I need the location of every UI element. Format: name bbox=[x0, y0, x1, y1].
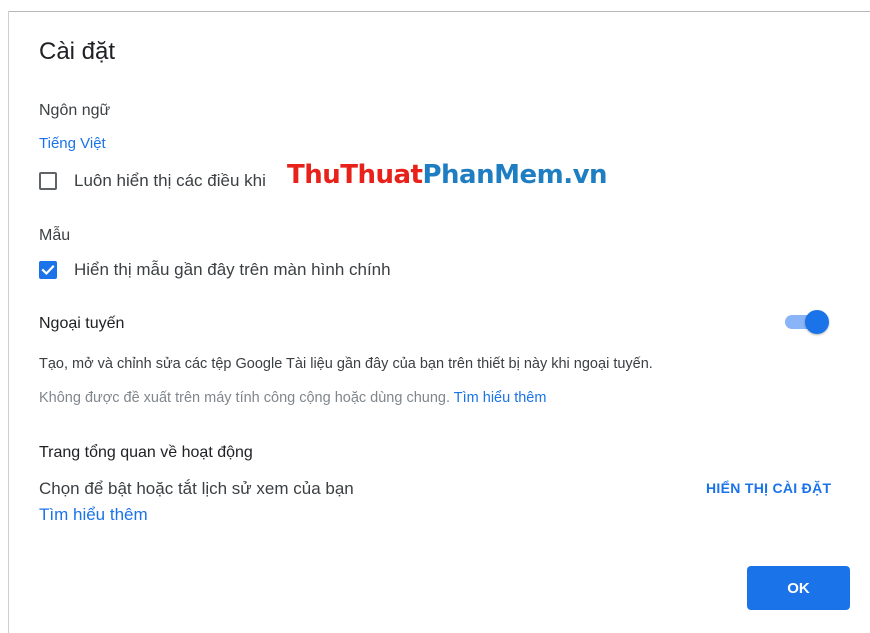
activity-heading: Trang tổng quan về hoạt động bbox=[39, 444, 253, 461]
offline-toggle[interactable] bbox=[783, 310, 831, 334]
language-selector-link[interactable]: Tiếng Việt bbox=[39, 135, 106, 152]
show-templates-label: Hiển thị mẫu gần đây trên màn hình chính bbox=[74, 260, 391, 279]
offline-warning: Không được đề xuất trên máy tính công cộ… bbox=[39, 390, 546, 406]
always-show-checkbox[interactable] bbox=[39, 172, 57, 190]
dialog-border-left bbox=[8, 11, 9, 633]
templates-heading: Mẫu bbox=[39, 227, 71, 244]
offline-heading: Ngoại tuyến bbox=[39, 315, 125, 332]
show-templates-checkbox[interactable] bbox=[39, 261, 57, 279]
show-settings-button[interactable]: HIỂN THỊ CÀI ĐẶT bbox=[706, 480, 831, 496]
settings-dialog: Cài đặt Ngôn ngữ Tiếng Việt Luôn hiển th… bbox=[0, 0, 870, 633]
offline-description: Tạo, mở và chỉnh sửa các tệp Google Tài … bbox=[39, 356, 653, 372]
watermark-logo: ThuThuatPhanMem.vn bbox=[287, 160, 608, 190]
activity-description: Chọn để bật hoặc tắt lịch sử xem của bạn bbox=[39, 479, 354, 498]
offline-learn-more-link[interactable]: Tìm hiểu thêm bbox=[454, 390, 547, 406]
ok-button[interactable]: OK bbox=[747, 566, 850, 610]
language-heading: Ngôn ngữ bbox=[39, 102, 111, 119]
always-show-row[interactable]: Luôn hiển thị các điều khi bbox=[39, 171, 266, 191]
show-templates-row[interactable]: Hiển thị mẫu gần đây trên màn hình chính bbox=[39, 260, 391, 280]
dialog-title: Cài đặt bbox=[39, 38, 116, 65]
toggle-thumb bbox=[805, 310, 829, 334]
offline-warning-text: Không được đề xuất trên máy tính công cộ… bbox=[39, 390, 450, 406]
always-show-label: Luôn hiển thị các điều khi bbox=[74, 171, 266, 190]
activity-learn-more-link[interactable]: Tìm hiểu thêm bbox=[39, 505, 148, 525]
checkmark-icon bbox=[41, 265, 55, 276]
dialog-border-top bbox=[8, 11, 870, 12]
